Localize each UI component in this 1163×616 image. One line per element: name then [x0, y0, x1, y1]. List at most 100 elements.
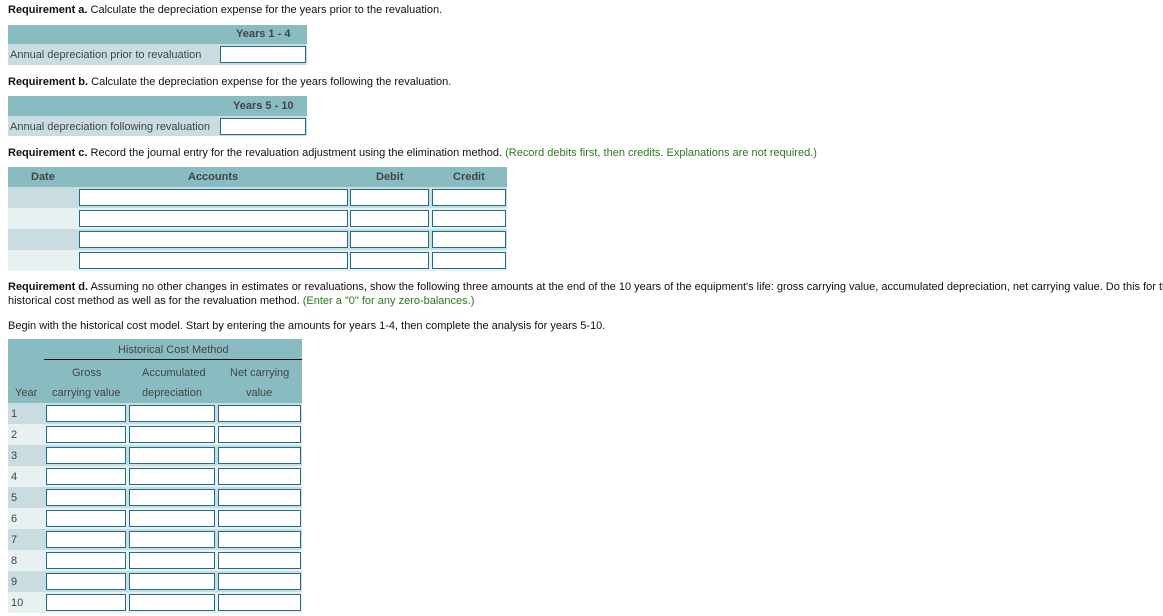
historical-cost-header: Historical Cost Method Gross Accumulated…: [8, 339, 302, 403]
requirement-d-instructions-line1: Requirement d. Assuming no other changes…: [8, 281, 1163, 293]
gross-carrying-value-input[interactable]: [46, 510, 126, 527]
requirement-c-heading: Requirement c.: [8, 147, 88, 159]
historical-cost-row: 5: [8, 487, 302, 508]
historical-cost-row: 10: [8, 592, 302, 613]
journal-row: [8, 250, 507, 271]
accumulated-depreciation-input[interactable]: [129, 405, 215, 422]
accumulated-depreciation-input[interactable]: [129, 573, 215, 590]
year-number: 7: [11, 534, 18, 546]
net-carrying-value-input[interactable]: [218, 447, 301, 464]
net-carrying-value-input[interactable]: [218, 405, 301, 422]
historical-cost-row: 3: [8, 445, 302, 466]
requirement-d-note: (Enter a "0" for any zero-balances.): [299, 295, 475, 307]
account-input[interactable]: [79, 231, 348, 248]
historical-cost-row: 8: [8, 550, 302, 571]
requirement-c-instructions: Requirement c. Record the journal entry …: [8, 147, 817, 159]
requirement-d-instructions-line2: historical cost method as well as for th…: [8, 295, 474, 307]
credit-input[interactable]: [432, 210, 506, 227]
debit-input[interactable]: [350, 252, 429, 269]
net-carrying-value-input[interactable]: [218, 594, 301, 611]
requirement-c-note: (Record debits first, then credits. Expl…: [502, 147, 817, 159]
gross-carrying-value-input[interactable]: [46, 468, 126, 485]
gross-header-line2: carrying value: [52, 387, 121, 399]
years-5-10-header: Years 5 - 10: [233, 100, 294, 112]
journal-row: [8, 229, 507, 250]
accumulated-header-line1: Accumulated: [142, 367, 206, 379]
gross-carrying-value-input[interactable]: [46, 573, 126, 590]
journal-entry-table: Date Accounts Debit Credit: [8, 167, 507, 271]
annual-depreciation-prior-label: Annual depreciation prior to revaluation: [10, 49, 202, 61]
historical-cost-row: 7: [8, 529, 302, 550]
accounts-column-header: Accounts: [188, 171, 239, 183]
year-header: Year: [15, 387, 38, 399]
accumulated-depreciation-input[interactable]: [129, 468, 215, 485]
debit-input[interactable]: [350, 231, 429, 248]
account-input[interactable]: [79, 252, 348, 269]
net-carrying-header-line2: value: [246, 387, 273, 399]
accumulated-depreciation-input[interactable]: [129, 531, 215, 548]
accumulated-depreciation-input[interactable]: [129, 510, 215, 527]
annual-depreciation-following-input[interactable]: [220, 118, 306, 135]
credit-input[interactable]: [432, 252, 506, 269]
journal-header-row: Date Accounts Debit Credit: [8, 167, 507, 187]
net-carrying-value-input[interactable]: [218, 510, 301, 527]
historical-cost-method-header: Historical Cost Method: [118, 344, 229, 356]
gross-carrying-value-input[interactable]: [46, 447, 126, 464]
accumulated-depreciation-input[interactable]: [129, 447, 215, 464]
group-header-divider: [44, 359, 302, 360]
net-carrying-value-input[interactable]: [218, 573, 301, 590]
gross-carrying-value-input[interactable]: [46, 552, 126, 569]
gross-carrying-value-input[interactable]: [46, 489, 126, 506]
net-carrying-value-input[interactable]: [218, 468, 301, 485]
net-carrying-value-input[interactable]: [218, 426, 301, 443]
credit-column-header: Credit: [453, 171, 485, 183]
requirement-a-row: Annual depreciation prior to revaluation: [8, 44, 307, 65]
historical-cost-row: 1: [8, 403, 302, 424]
requirement-b-instructions: Requirement b. Calculate the depreciatio…: [8, 76, 451, 88]
net-carrying-value-input[interactable]: [218, 552, 301, 569]
requirement-b-heading: Requirement b.: [8, 76, 89, 88]
gross-carrying-value-input[interactable]: [46, 405, 126, 422]
year-number: 4: [11, 471, 18, 483]
debit-input[interactable]: [350, 189, 429, 206]
year-number: 2: [11, 429, 18, 441]
requirement-d-text-line1: Assuming no other changes in estimates o…: [88, 281, 1163, 293]
historical-cost-row: 9: [8, 571, 302, 592]
accumulated-depreciation-input[interactable]: [129, 594, 215, 611]
gross-carrying-value-input[interactable]: [46, 426, 126, 443]
credit-input[interactable]: [432, 231, 506, 248]
gross-carrying-value-input[interactable]: [46, 594, 126, 611]
year-number: 10: [11, 597, 24, 609]
debit-column-header: Debit: [376, 171, 404, 183]
historical-cost-row: 6: [8, 508, 302, 529]
accumulated-depreciation-input[interactable]: [129, 489, 215, 506]
year-number: 5: [11, 492, 18, 504]
gross-carrying-value-input[interactable]: [46, 531, 126, 548]
historical-cost-row: 2: [8, 424, 302, 445]
year-number: 1: [11, 408, 18, 420]
requirement-a-table: Years 1 - 4 Annual depreciation prior to…: [8, 25, 307, 65]
accumulated-depreciation-input[interactable]: [129, 552, 215, 569]
historical-cost-row: 4: [8, 466, 302, 487]
accumulated-header-line2: depreciation: [142, 387, 202, 399]
requirement-b-text: Calculate the depreciation expense for t…: [88, 76, 452, 88]
year-number: 8: [11, 555, 18, 567]
requirement-a-instructions: Requirement a. Calculate the depreciatio…: [8, 4, 442, 16]
account-input[interactable]: [79, 210, 348, 227]
annual-depreciation-following-label: Annual depreciation following revaluatio…: [10, 121, 210, 133]
journal-row: [8, 187, 507, 208]
net-carrying-value-input[interactable]: [218, 531, 301, 548]
journal-row: [8, 208, 507, 229]
year-number: 6: [11, 513, 18, 525]
account-input[interactable]: [79, 189, 348, 206]
requirement-c-text: Record the journal entry for the revalua…: [87, 147, 503, 159]
years-1-4-header: Years 1 - 4: [236, 28, 291, 40]
annual-depreciation-prior-input[interactable]: [220, 46, 306, 63]
historical-cost-instruction: Begin with the historical cost model. St…: [8, 320, 606, 332]
requirement-d-heading: Requirement d.: [8, 281, 89, 293]
debit-input[interactable]: [350, 210, 429, 227]
credit-input[interactable]: [432, 189, 506, 206]
net-carrying-value-input[interactable]: [218, 489, 301, 506]
accumulated-depreciation-input[interactable]: [129, 426, 215, 443]
requirement-a-text: Calculate the depreciation expense for t…: [87, 4, 443, 16]
